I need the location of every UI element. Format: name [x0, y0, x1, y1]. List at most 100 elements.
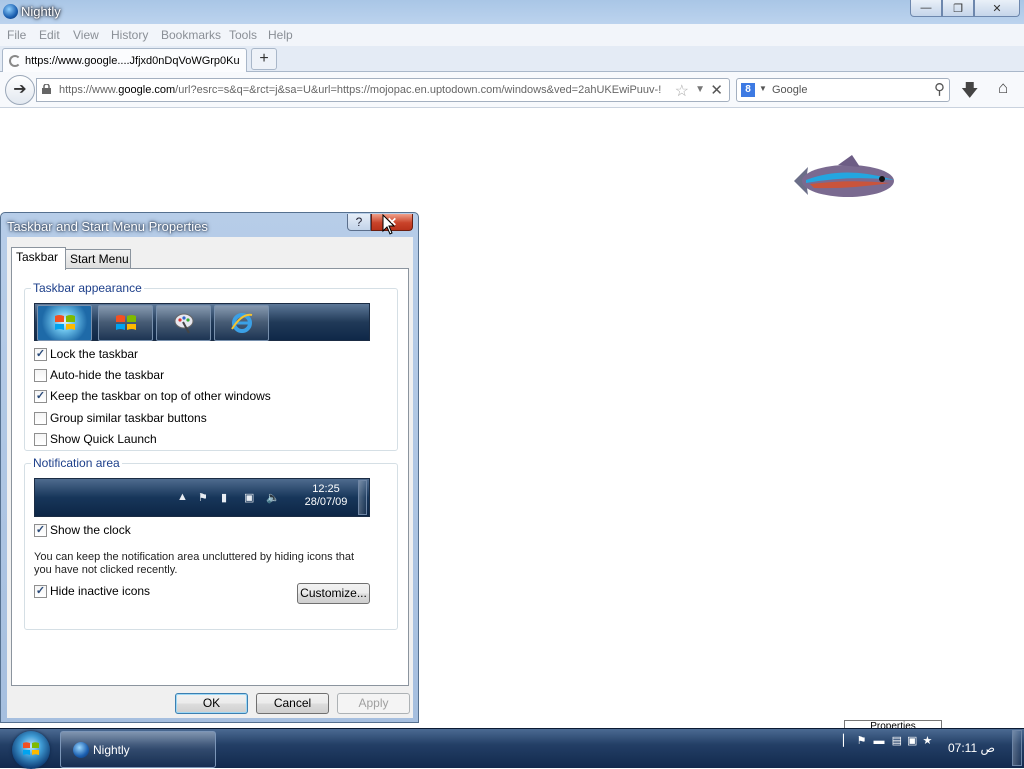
tray-picture-icon[interactable]: ▣ [907, 735, 917, 747]
search-input[interactable]: Google [772, 84, 807, 96]
customize-button[interactable]: Customize... [297, 583, 370, 604]
tray-flag-icon[interactable]: ⚑ [857, 735, 867, 747]
keep-on-top-checkbox[interactable]: ✓ Keep the taskbar on top of other windo… [34, 388, 271, 404]
lock-icon [42, 84, 51, 94]
stop-icon[interactable]: ✕ [710, 81, 723, 99]
group-buttons-checkbox[interactable]: Group similar taskbar buttons [34, 410, 207, 426]
home-icon[interactable]: ⌂ [998, 78, 1008, 98]
mouse-cursor-icon [382, 214, 396, 235]
url-prefix: https://www. [59, 84, 119, 96]
preview-windows-button [98, 305, 153, 341]
menu-view[interactable]: View [73, 28, 99, 42]
tray-network-icon[interactable]: ▬ [874, 735, 885, 747]
dialog-help-button[interactable]: ? [347, 214, 371, 231]
show-quick-launch-checkbox[interactable]: Show Quick Launch [34, 431, 157, 447]
lock-taskbar-checkbox[interactable]: ✓ Lock the taskbar [34, 346, 138, 362]
tray-bracket-icon[interactable]: ⎢ [842, 735, 848, 747]
internet-explorer-icon [230, 313, 252, 333]
new-tab-button[interactable]: + [251, 48, 277, 70]
url-domain: google.com [118, 84, 176, 96]
notification-info-text: You can keep the notification area unclu… [34, 551, 355, 576]
menu-history[interactable]: History [111, 28, 148, 42]
network-icon: ▣ [244, 492, 255, 504]
lock-taskbar-label: Lock the taskbar [50, 347, 139, 361]
minimize-button[interactable]: — [910, 0, 942, 17]
notification-area-legend: Notification area [31, 456, 122, 470]
keep-on-top-label: Keep the taskbar on top of other windows [50, 389, 271, 403]
preview-show-desktop [358, 480, 367, 515]
preview-paint-button [156, 305, 211, 341]
show-quick-launch-label: Show Quick Launch [50, 432, 157, 446]
show-quick-launch-box[interactable] [34, 432, 47, 446]
menu-tools[interactable]: Tools [229, 28, 257, 42]
tab-start-menu[interactable]: Start Menu [65, 249, 131, 269]
back-button[interactable]: ➔ [5, 75, 35, 105]
paint-palette-icon [174, 313, 193, 334]
tab-taskbar[interactable]: Taskbar [11, 247, 66, 270]
tray-wand-icon[interactable]: ★ [923, 735, 933, 747]
url-path: /url?esrc=s&q=&rct=j&sa=U&url=https://mo… [175, 84, 662, 96]
tray-notes-icon[interactable]: ▤ [892, 735, 902, 747]
tab-strip: https://www.google....Jfjxd0nDqVoWGrp0Ku… [0, 46, 1024, 73]
back-arrow-icon: ➔ [13, 81, 27, 98]
taskbar-appearance-group: Taskbar appearance ✓ Lock the taskbar Au… [24, 281, 398, 451]
preview-clock: 12:25 28/07/09 [293, 483, 359, 509]
search-bar[interactable]: 8 ▼ Google ⚲ [736, 78, 950, 102]
volume-icon: 🔈 [266, 492, 280, 504]
engine-dropdown-icon[interactable]: ▼ [759, 84, 767, 93]
show-hidden-icons-arrow-icon: ▲ [177, 491, 188, 503]
bookmark-star-icon[interactable]: ☆ [675, 81, 689, 101]
ok-button[interactable]: OK [175, 693, 248, 714]
keep-on-top-box[interactable]: ✓ [34, 389, 47, 403]
show-clock-checkbox[interactable]: ✓ Show the clock [34, 522, 131, 538]
preview-ie-button [214, 305, 269, 341]
hide-inactive-checkbox[interactable]: ✓ Hide inactive icons [34, 583, 150, 599]
nightly-taskbar-icon [73, 742, 89, 758]
system-tray: ⎢ ⚑ ▬ ▤ ▣ ★ [842, 734, 932, 747]
auto-hide-checkbox[interactable]: Auto-hide the taskbar [34, 367, 164, 383]
search-icon[interactable]: ⚲ [934, 80, 945, 98]
taskbar-appearance-legend: Taskbar appearance [31, 281, 144, 295]
auto-hide-box[interactable] [34, 368, 47, 382]
system-clock[interactable]: 07:11 ص [948, 741, 995, 755]
taskbar-tab-panel: Taskbar appearance ✓ Lock the taskbar Au… [11, 268, 409, 686]
url-bar[interactable]: https://www.google.com/url?esrc=s&q=&rct… [36, 78, 730, 102]
group-buttons-label: Group similar taskbar buttons [50, 411, 207, 425]
flag-icon: ⚑ [198, 492, 208, 504]
browser-window-title: Nightly [21, 4, 61, 19]
notification-area-preview: ▲ ⚑ ▮ ▣ 🔈 12:25 28/07/09 [34, 478, 370, 517]
url-text: https://www.google.com/url?esrc=s&q=&rct… [59, 84, 671, 96]
hide-inactive-box[interactable]: ✓ [34, 584, 47, 598]
menu-edit[interactable]: Edit [39, 28, 60, 42]
taskbar-item-nightly[interactable]: Nightly [60, 731, 216, 768]
menu-bar: File Edit View History Bookmarks Tools H… [0, 24, 1024, 46]
restore-button[interactable]: ❐ [942, 0, 974, 17]
preview-clock-date: 28/07/09 [304, 496, 348, 508]
taskbar-preview [34, 303, 370, 341]
cancel-button[interactable]: Cancel [256, 693, 329, 714]
show-clock-box[interactable]: ✓ [34, 523, 47, 537]
preview-start-button [37, 305, 92, 341]
group-buttons-box[interactable] [34, 411, 47, 425]
menu-bookmarks[interactable]: Bookmarks [161, 28, 221, 42]
navigation-bar: ➔ https://www.google.com/url?esrc=s&q=&r… [0, 72, 1024, 108]
window-close-button[interactable]: ✕ [974, 0, 1020, 17]
fish-image [794, 155, 894, 197]
download-icon[interactable]: 🡇 [961, 78, 978, 107]
windows-logo-icon [54, 315, 75, 330]
start-windows-logo-icon [23, 742, 39, 755]
show-clock-label: Show the clock [50, 523, 131, 537]
browser-tab[interactable]: https://www.google....Jfjxd0nDqVoWGrp0Ku [2, 48, 247, 73]
browser-tab-title: https://www.google....Jfjxd0nDqVoWGrp0Ku [25, 55, 240, 67]
menu-help[interactable]: Help [268, 28, 293, 42]
lock-taskbar-box[interactable]: ✓ [34, 347, 47, 361]
hide-inactive-label: Hide inactive icons [50, 584, 151, 598]
show-desktop-button[interactable] [1012, 730, 1022, 766]
menu-file[interactable]: File [7, 28, 26, 42]
dialog-body: Taskbar Start Menu Taskbar appearance ✓ … [7, 237, 413, 718]
google-engine-icon[interactable]: 8 [741, 83, 755, 97]
url-dropdown-icon[interactable]: ▼ [695, 84, 705, 95]
apply-button[interactable]: Apply [337, 693, 410, 714]
start-button[interactable] [12, 731, 50, 769]
windows-flag-icon [115, 315, 136, 330]
